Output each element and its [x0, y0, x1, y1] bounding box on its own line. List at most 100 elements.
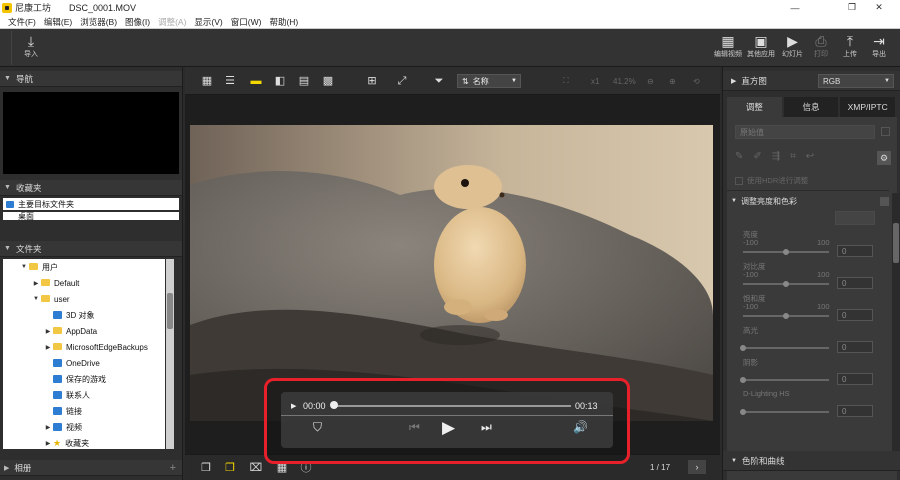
tree-item-label: 收藏夹 — [65, 438, 90, 448]
tree-item[interactable]: ▼ 用户 — [3, 259, 165, 275]
grid-view-icon[interactable]: ▦ — [200, 74, 214, 88]
expand-icon[interactable]: ▶ — [43, 440, 53, 447]
special-folder-icon — [53, 391, 62, 399]
next-page-button[interactable]: › — [688, 460, 706, 474]
volume-icon[interactable]: 🔊 — [573, 420, 588, 434]
video-frame[interactable] — [190, 125, 713, 421]
multi-view-icon[interactable]: ▤ — [297, 74, 311, 88]
collapse-icon[interactable]: ▼ — [19, 264, 29, 270]
menu-help[interactable]: 帮助(H) — [269, 16, 298, 28]
tab-info[interactable]: 信息 — [783, 97, 839, 117]
right-scroll-thumb[interactable] — [893, 223, 899, 263]
slideshow-button[interactable]: ▶ 幻灯片 — [782, 33, 803, 59]
tree-item-label: 联系人 — [66, 390, 90, 400]
expand-icon[interactable]: ▶ — [31, 280, 41, 287]
histogram-header[interactable]: ▶ 直方图 RGB ▼ — [723, 71, 900, 91]
album-header[interactable]: ▶ 相册 + — [0, 460, 182, 476]
zoom-level: 41.2% — [613, 76, 636, 86]
frame-icon[interactable]: ⌧ — [249, 461, 263, 475]
folders-header[interactable]: ▼ 文件夹 — [0, 241, 182, 257]
special-folder-icon — [53, 311, 62, 319]
stack-icon[interactable]: ❐ — [199, 461, 213, 475]
histogram-channel-select[interactable]: RGB ▼ — [818, 74, 894, 88]
expand-icon[interactable]: ▶ — [43, 328, 53, 335]
menu-edit[interactable]: 编辑(E) — [44, 16, 72, 28]
brightness-color-group-header[interactable]: ▼ 调整亮度和色彩 — [731, 193, 889, 209]
main-toolbar: ⤓ 导入 ▦ 编辑视频 ▣ 其他应用 ▶ 幻灯片 ⎙ 打印 ⤒ 上传 ⇥ 导出 — [0, 29, 900, 67]
collapse-icon: ▼ — [731, 198, 737, 204]
folder-icon — [53, 342, 62, 350]
edit-video-button[interactable]: ▦ 编辑视频 — [714, 33, 742, 59]
gear-icon[interactable]: ⚙ — [877, 151, 891, 165]
next-frame-icon[interactable]: ⏭ — [481, 420, 492, 435]
tree-item[interactable]: ▶ ★ 收藏夹 — [3, 435, 165, 449]
zoom-x1: x1 — [591, 76, 600, 86]
menu-bar: 文件(F) 编辑(E) 浏览器(B) 图像(I) 调整(A) 显示(V) 窗口(… — [0, 15, 900, 29]
tree-item[interactable]: ▶ 视频 — [3, 419, 165, 435]
special-folder-icon — [53, 423, 62, 431]
slider-handle — [783, 249, 789, 255]
collapse-icon[interactable]: ▼ — [31, 296, 41, 302]
levels-curves-header[interactable]: ▼ 色阶和曲线 — [723, 451, 900, 471]
play-small-icon[interactable]: ▶ — [291, 402, 296, 410]
slideshow-icon: ▶ — [787, 33, 798, 49]
compare-view-icon[interactable]: ◧ — [273, 74, 287, 88]
menu-window[interactable]: 窗口(W) — [231, 16, 262, 28]
tree-scrollbar[interactable] — [166, 259, 174, 449]
menu-image[interactable]: 图像(I) — [125, 16, 150, 28]
export-icon: ⇥ — [873, 33, 885, 49]
favorites-item-main-folder[interactable]: 主要目标文件夹 — [3, 198, 179, 210]
tree-item[interactable]: 保存的游戏 — [3, 371, 165, 387]
histogram-title: 直方图 — [741, 75, 767, 86]
seek-handle[interactable] — [330, 401, 338, 409]
menu-browser[interactable]: 浏览器(B) — [80, 16, 117, 28]
menu-file[interactable]: 文件(F) — [8, 16, 36, 28]
prev-frame-icon: ⏮ — [409, 420, 420, 434]
slider-handle — [740, 377, 746, 383]
tree-item[interactable]: ▼ user — [3, 291, 165, 307]
expand-icon[interactable]: ▶ — [43, 344, 53, 351]
menu-view[interactable]: 显示(V) — [194, 16, 222, 28]
export-button[interactable]: ⇥ 导出 — [872, 33, 886, 59]
expand-icon[interactable]: ▶ — [43, 424, 53, 431]
tree-item[interactable]: ▶ MicrosoftEdgeBackups — [3, 339, 165, 355]
tree-item[interactable]: ▶ Default — [3, 275, 165, 291]
tree-item[interactable]: 3D 对象 — [3, 307, 165, 323]
tree-item[interactable]: ▶ AppData — [3, 323, 165, 339]
sort-select[interactable]: ⇅ 名称 ▼ — [457, 74, 521, 88]
folder-icon — [29, 262, 38, 270]
tree-item[interactable]: OneDrive — [3, 355, 165, 371]
filter-icon[interactable]: ⏷ — [432, 74, 446, 88]
add-album-icon[interactable]: + — [170, 462, 176, 474]
navigation-header[interactable]: ▼ 导航 — [0, 71, 182, 87]
film-view-icon[interactable]: ▩ — [321, 74, 335, 88]
group-checkbox[interactable] — [880, 196, 889, 206]
single-view-icon[interactable]: ▬ — [249, 74, 263, 88]
edit-video-label: 编辑视频 — [714, 51, 742, 58]
navigation-preview[interactable] — [3, 92, 179, 174]
chevron-down-icon: ▼ — [511, 78, 517, 84]
fullscreen-icon[interactable]: ⤢ — [395, 74, 409, 88]
layout-icon[interactable]: ⊞ — [365, 74, 379, 88]
import-button[interactable]: ⤓ 导入 — [24, 33, 38, 59]
label-icon[interactable]: ❐ — [223, 461, 237, 475]
play-icon[interactable]: ▶ — [442, 418, 455, 438]
seek-bar[interactable] — [331, 405, 571, 407]
tree-item[interactable]: 链接 — [3, 403, 165, 419]
other-apps-button[interactable]: ▣ 其他应用 — [747, 33, 775, 59]
favorites-item-desktop[interactable]: 桌面 — [3, 212, 179, 220]
tab-adjust[interactable]: 调整 — [727, 97, 782, 117]
tab-xmp-iptc[interactable]: XMP/IPTC — [840, 97, 896, 117]
upload-button[interactable]: ⤒ 上传 — [843, 33, 857, 59]
close-button[interactable]: ✕ — [858, 0, 900, 15]
minimize-button[interactable]: — — [774, 0, 816, 15]
tree-item[interactable]: 联系人 — [3, 387, 165, 403]
navigation-title: 导航 — [15, 73, 33, 84]
tree-scroll-thumb[interactable] — [167, 293, 173, 329]
save-frame-icon[interactable]: ⛉ — [313, 420, 322, 435]
page-counter: 1 / 17 — [650, 463, 671, 472]
tree-item-label: AppData — [66, 326, 98, 336]
right-scrollbar[interactable] — [892, 193, 900, 463]
favorites-header[interactable]: ▼ 收藏夹 — [0, 180, 182, 196]
list-view-icon[interactable]: ☰ — [223, 74, 237, 88]
